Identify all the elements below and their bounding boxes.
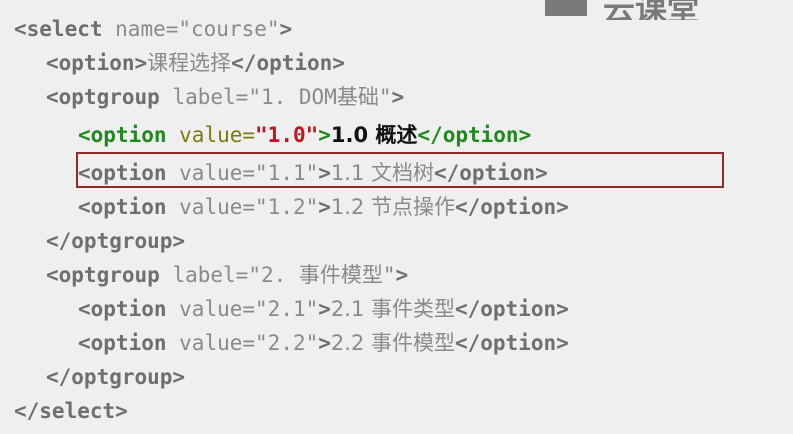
- code-token: </option>: [417, 123, 532, 147]
- code-token: </option>: [454, 297, 569, 321]
- code-token: "1. DOM基础": [248, 85, 392, 109]
- code-line: <option value="2.1">2.1 事件类型</option>: [78, 292, 569, 326]
- code-token: <option: [78, 195, 167, 219]
- code-token: <select: [14, 17, 103, 41]
- code-token: 2.2 事件模型: [330, 331, 455, 355]
- code-token: >: [391, 85, 405, 109]
- code-token: </optgroup>: [46, 365, 186, 389]
- code-token: 1.2 节点操作: [330, 195, 455, 219]
- code-token: >: [318, 297, 331, 321]
- code-token: </option>: [231, 51, 345, 75]
- code-token: </option>: [454, 195, 569, 219]
- code-token: >: [318, 123, 331, 147]
- code-token: </select>: [14, 399, 128, 423]
- code-line: <select name="course">: [14, 12, 292, 46]
- code-token: value=: [166, 297, 256, 321]
- code-token: <option: [78, 297, 167, 321]
- code-line: <optgroup label="1. DOM基础">: [46, 80, 404, 114]
- code-token: <optgroup: [46, 85, 160, 109]
- code-token: value=: [166, 123, 256, 147]
- code-token: "1.0": [255, 123, 319, 147]
- code-line: <optgroup label="2. 事件模型">: [46, 258, 408, 292]
- code-line: </optgroup>: [46, 360, 185, 394]
- code-line: <option value="2.2">2.2 事件模型</option>: [78, 326, 569, 360]
- code-token: </option>: [454, 331, 569, 355]
- code-token: >: [395, 263, 409, 287]
- code-block: <select name="course"> <option>课程选择</opti…: [0, 0, 793, 434]
- code-token: 1.0 概述: [330, 123, 418, 147]
- code-line: <option>课程选择</option>: [46, 46, 345, 80]
- code-line: <option value="1.2">1.2 节点操作</option>: [78, 190, 569, 224]
- code-token: <option>: [46, 51, 148, 75]
- code-line: <option value="1.0">1.0 概述</option>: [78, 118, 531, 152]
- code-token: >: [318, 195, 331, 219]
- code-token: >: [318, 331, 331, 355]
- code-line: </select>: [14, 394, 128, 428]
- selection-box: [76, 152, 724, 188]
- code-token: name=: [102, 17, 179, 41]
- code-token: value=: [166, 331, 256, 355]
- code-token: "1.2": [255, 195, 319, 219]
- code-token: 2.1 事件类型: [330, 297, 455, 321]
- code-token: <optgroup: [46, 263, 160, 287]
- code-token: value=: [166, 195, 256, 219]
- code-token: "2.2": [255, 331, 319, 355]
- code-token: </optgroup>: [46, 229, 186, 253]
- code-token: >: [279, 17, 293, 41]
- code-token: "course": [178, 17, 280, 41]
- code-token: <option: [78, 123, 167, 147]
- code-line: </optgroup>: [46, 224, 185, 258]
- code-token: label=: [159, 263, 249, 287]
- code-token: 课程选择: [147, 51, 232, 75]
- code-token: "2.1": [255, 297, 319, 321]
- code-token: "2. 事件模型": [248, 263, 396, 287]
- code-token: label=: [159, 85, 249, 109]
- code-token: <option: [78, 331, 167, 355]
